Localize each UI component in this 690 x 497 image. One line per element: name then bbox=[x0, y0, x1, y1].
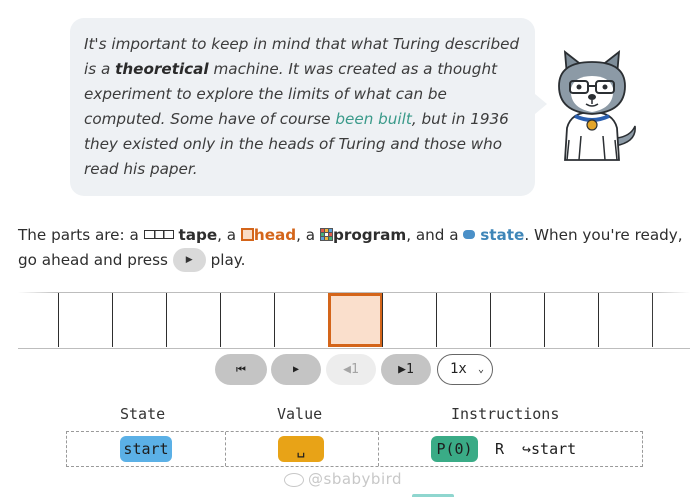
tape-cell bbox=[598, 293, 652, 347]
tape-cell bbox=[220, 293, 274, 347]
play-button[interactable]: ▶ bbox=[271, 354, 321, 385]
column-divider bbox=[225, 432, 226, 466]
turing-tape bbox=[18, 292, 690, 349]
parts-text: play. bbox=[205, 251, 246, 269]
watermark: @sbabybird bbox=[284, 470, 402, 488]
tape-cell bbox=[382, 293, 436, 347]
program-table-row: start ␣ P(0) R ↪start bbox=[66, 431, 643, 467]
speed-select[interactable]: 1x ⌄ bbox=[437, 354, 493, 385]
parts-text: , a bbox=[296, 226, 320, 244]
tape-icon bbox=[143, 230, 174, 239]
tape-cell bbox=[490, 293, 544, 347]
tape-cell bbox=[544, 293, 598, 347]
bubble-text: It's important to keep in mind that what… bbox=[84, 32, 521, 182]
state-chip: start bbox=[120, 436, 172, 462]
speed-value: 1x bbox=[450, 361, 467, 377]
next-state-instruction: ↪start bbox=[522, 440, 577, 458]
step-back-button[interactable]: ◀1 bbox=[326, 354, 376, 385]
step-forward-button[interactable]: ▶1 bbox=[381, 354, 431, 385]
tape-cell bbox=[274, 293, 328, 347]
tape-cell bbox=[112, 293, 166, 347]
bubble-bold-term: theoretical bbox=[115, 60, 209, 78]
parts-text: , a bbox=[217, 226, 241, 244]
tape-cell bbox=[166, 293, 220, 347]
program-icon bbox=[319, 228, 333, 241]
parts-description: The parts are: a tape, a head, a program… bbox=[18, 223, 686, 273]
inline-play-button: ▶ bbox=[172, 247, 206, 272]
tape-cell bbox=[436, 293, 490, 347]
been-built-link[interactable]: been built bbox=[335, 110, 411, 128]
rewind-button[interactable]: ⏮ bbox=[215, 354, 267, 385]
tape-cell bbox=[58, 293, 112, 347]
tape-head-cell bbox=[328, 293, 383, 347]
watermark-text: @sbabybird bbox=[308, 470, 403, 488]
weibo-icon bbox=[284, 472, 304, 487]
program-term: program bbox=[332, 226, 407, 244]
head-term: head bbox=[253, 226, 297, 244]
chevron-down-icon: ⌄ bbox=[477, 364, 484, 375]
speech-bubble: It's important to keep in mind that what… bbox=[70, 18, 547, 196]
state-column-header: State bbox=[120, 405, 166, 423]
instructions-column-header: Instructions bbox=[451, 405, 560, 423]
head-icon bbox=[240, 228, 254, 241]
state-icon bbox=[463, 230, 476, 239]
print-instruction-chip: P(0) bbox=[431, 436, 478, 462]
blank-value-chip: ␣ bbox=[278, 436, 324, 462]
value-column-header: Value bbox=[277, 405, 323, 423]
state-term: state bbox=[480, 226, 525, 244]
tape-term: tape bbox=[178, 226, 218, 244]
move-instruction: R bbox=[495, 440, 505, 458]
tape-fade-left bbox=[18, 292, 58, 348]
parts-text: The parts are: a bbox=[18, 226, 144, 244]
column-divider bbox=[378, 432, 379, 466]
husky-mascot-icon bbox=[558, 50, 636, 161]
parts-text: , and a bbox=[406, 226, 464, 244]
tape-fade-right bbox=[650, 292, 690, 348]
